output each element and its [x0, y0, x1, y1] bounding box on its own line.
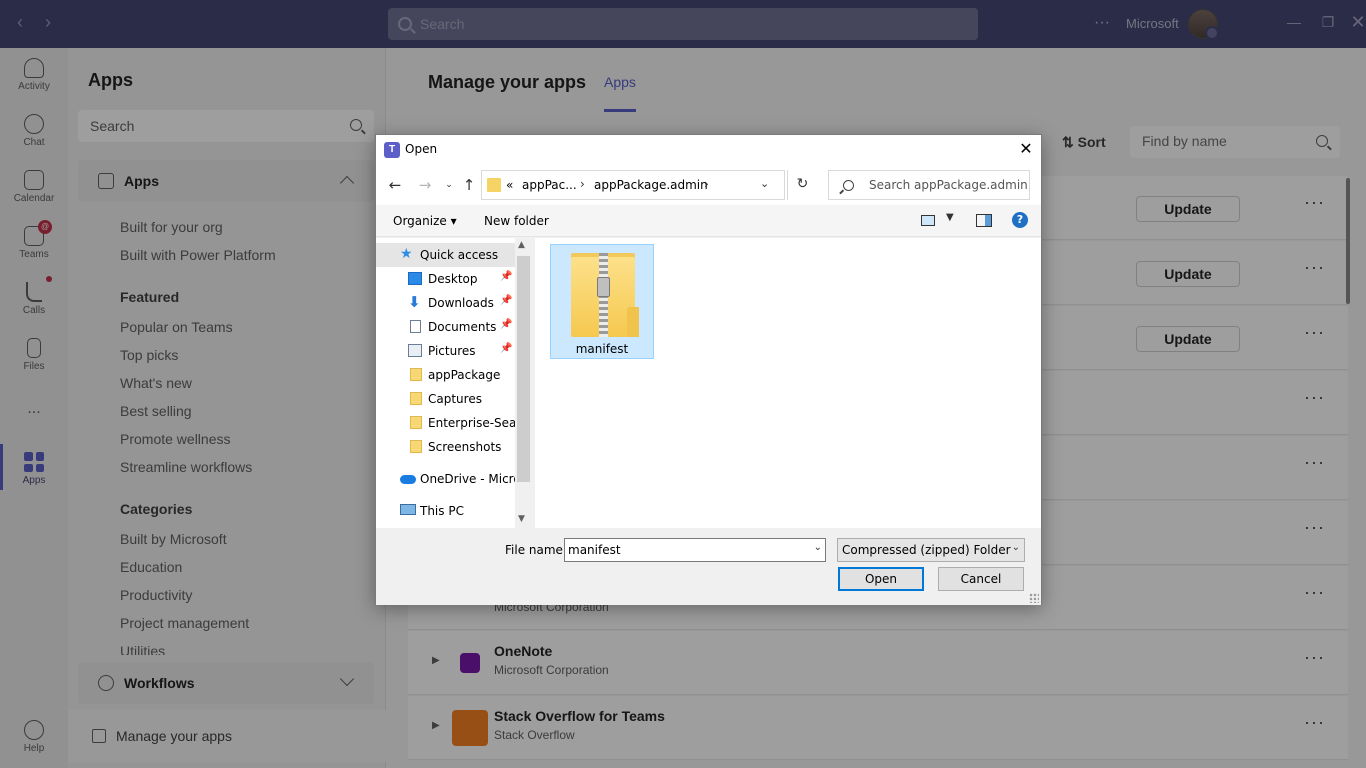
onedrive-icon	[400, 475, 416, 484]
desktop-icon	[408, 272, 422, 285]
command-bar: Organize ▾ New folder ▼ ?	[376, 205, 1041, 237]
pin-icon: 📌	[500, 343, 513, 354]
navigation-pane: ★ Quick access Desktop 📌 ⬇ Downloads 📌 D…	[376, 238, 532, 528]
up-arrow-icon[interactable]: ↑	[460, 176, 478, 194]
tree-item-label: Captures	[428, 392, 482, 406]
tree-item-label: Quick access	[420, 248, 499, 262]
tree-item-label: Desktop	[428, 272, 478, 286]
tree-item-documents[interactable]: Documents 📌	[376, 315, 516, 339]
scroll-down-icon[interactable]: ▼	[518, 514, 525, 524]
folder-icon	[487, 178, 501, 192]
forward-arrow-icon[interactable]: →	[416, 176, 434, 194]
change-view-icon[interactable]	[921, 215, 935, 226]
close-icon[interactable]: ✕	[1011, 135, 1041, 165]
chevron-down-icon: ⌄	[1011, 542, 1020, 553]
resize-grip-icon[interactable]	[1029, 593, 1039, 603]
filetype-select[interactable]: Compressed (zipped) Folder ⌄	[837, 538, 1025, 562]
scrollbar-thumb[interactable]	[517, 256, 530, 482]
tree-item-label: Screenshots	[428, 440, 502, 454]
file-name-label: manifest	[575, 342, 629, 356]
breadcrumb[interactable]: appPac...	[522, 178, 577, 192]
tree-item-label: OneDrive - Micros	[420, 472, 516, 486]
folder-icon	[410, 416, 422, 429]
filename-label: File name:	[505, 543, 567, 557]
folder-icon	[410, 440, 422, 453]
tree-item-onedrive[interactable]: OneDrive - Micros	[376, 467, 516, 491]
tree-item-label: Pictures	[428, 344, 476, 358]
chevron-down-icon[interactable]: ⌄	[814, 542, 822, 553]
breadcrumb-chevron-icon[interactable]: ›	[580, 177, 585, 191]
dialog-title-bar: T Open ✕	[376, 135, 1041, 165]
tree-item-folder[interactable]: Captures	[376, 387, 516, 411]
documents-icon	[410, 320, 421, 333]
scroll-up-icon[interactable]: ▲	[518, 240, 525, 250]
tree-item-desktop[interactable]: Desktop 📌	[376, 267, 516, 291]
filetype-value: Compressed (zipped) Folder	[842, 543, 1011, 557]
organize-button[interactable]: Organize ▾	[393, 214, 457, 228]
breadcrumb-overflow[interactable]: «	[506, 178, 513, 192]
breadcrumb[interactable]: appPackage.admin	[594, 178, 708, 192]
cancel-button[interactable]: Cancel	[938, 567, 1024, 591]
breadcrumb-chevron-icon[interactable]: ›	[704, 177, 709, 191]
tree-item-label: Downloads	[428, 296, 494, 310]
tree-item-this-pc[interactable]: This PC	[376, 499, 516, 523]
navigation-bar: ← → ⌄ ↑ « appPac... › appPackage.admin ›…	[376, 165, 1041, 205]
open-button[interactable]: Open	[838, 567, 924, 591]
filename-value: manifest	[568, 543, 621, 557]
folder-icon	[410, 368, 422, 381]
zip-folder-icon	[571, 253, 639, 337]
filename-input[interactable]: manifest ⌄	[564, 538, 826, 562]
view-options-dropdown-icon[interactable]: ▼	[946, 212, 954, 223]
new-folder-button[interactable]: New folder	[484, 214, 549, 228]
tree-item-label: Enterprise-Searc	[428, 416, 516, 430]
tree-item-label: appPackage	[428, 368, 501, 382]
folder-search-input[interactable]: Search appPackage.admin	[828, 170, 1030, 200]
address-bar[interactable]: « appPac... › appPackage.admin › ⌄ ↻	[481, 170, 808, 200]
address-dropdown-icon[interactable]: ⌄	[760, 177, 769, 190]
open-file-dialog: T Open ✕ ← → ⌄ ↑ « appPac... › appPackag…	[375, 134, 1042, 605]
pin-icon: 📌	[500, 319, 513, 330]
recent-locations-chevron-icon[interactable]: ⌄	[440, 176, 458, 194]
pin-icon: 📌	[500, 295, 513, 306]
search-icon	[843, 180, 854, 191]
star-icon: ★	[400, 246, 413, 262]
preview-pane-icon[interactable]	[976, 214, 992, 227]
pin-icon: 📌	[500, 271, 513, 282]
tree-item-label: This PC	[420, 504, 464, 518]
dialog-footer: File name: manifest ⌄ Compressed (zipped…	[376, 529, 1041, 605]
back-arrow-icon[interactable]: ←	[386, 176, 404, 194]
tree-item-quick-access[interactable]: ★ Quick access	[376, 243, 516, 267]
tree-item-label: Documents	[428, 320, 497, 334]
tree-item-folder[interactable]: appPackage	[376, 363, 516, 387]
folder-icon	[410, 392, 422, 405]
teams-logo-icon: T	[384, 142, 400, 158]
folder-search-placeholder: Search appPackage.admin	[869, 178, 1028, 192]
pictures-icon	[408, 344, 422, 357]
tree-item-folder[interactable]: Screenshots	[376, 435, 516, 459]
pc-icon	[400, 504, 416, 515]
dialog-title: Open	[405, 142, 438, 156]
file-list: manifest	[535, 238, 1041, 528]
help-icon[interactable]: ?	[1012, 212, 1028, 228]
tree-item-folder[interactable]: Enterprise-Searc	[376, 411, 516, 435]
tree-item-pictures[interactable]: Pictures 📌	[376, 339, 516, 363]
download-icon: ⬇	[408, 293, 421, 311]
navigation-scrollbar[interactable]: ▲ ▼	[515, 238, 532, 528]
tree-item-downloads[interactable]: ⬇ Downloads 📌	[376, 291, 516, 315]
file-item[interactable]: manifest	[550, 244, 654, 359]
refresh-icon[interactable]: ↻	[787, 170, 817, 200]
